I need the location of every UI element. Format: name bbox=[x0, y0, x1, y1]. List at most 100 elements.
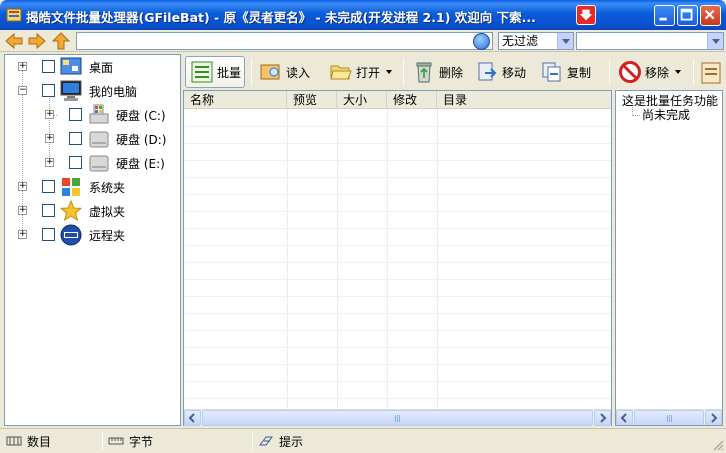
hint-icon bbox=[259, 436, 273, 446]
move-button[interactable]: 移动 bbox=[475, 56, 526, 88]
tree-item-label: 远程夹 bbox=[89, 229, 126, 243]
status-bytes: 字节 bbox=[108, 431, 153, 451]
tree-item-drive-c[interactable]: + 硬盘 (C:) bbox=[5, 103, 180, 127]
expand-icon[interactable]: + bbox=[18, 62, 27, 71]
horizontal-scrollbar[interactable] bbox=[184, 409, 611, 426]
recycle-bin-icon bbox=[416, 62, 432, 83]
column-header-directory[interactable]: 目录 bbox=[437, 91, 611, 109]
chevron-down-icon[interactable] bbox=[675, 70, 682, 74]
chevron-down-icon[interactable] bbox=[386, 70, 393, 74]
horizontal-scrollbar[interactable] bbox=[616, 409, 722, 425]
scroll-left-button[interactable] bbox=[616, 410, 633, 425]
expand-icon[interactable]: + bbox=[18, 182, 27, 191]
tree-checkbox[interactable] bbox=[69, 132, 82, 145]
tree-item-label: 硬盘 (E:) bbox=[116, 157, 165, 171]
collapse-icon[interactable]: − bbox=[18, 86, 27, 95]
empty-row-line bbox=[184, 296, 611, 297]
ruler-icon bbox=[108, 437, 124, 445]
tree-item-label: 系统夹 bbox=[89, 181, 126, 195]
tree-item-label: 我的电脑 bbox=[89, 85, 138, 99]
folder-tree: + 桌面 − 我的电脑 + 硬盘 (C:) + 硬盘 (D:) + 硬盘 (E:… bbox=[4, 54, 181, 426]
star-icon bbox=[60, 200, 82, 222]
scroll-right-button[interactable] bbox=[594, 410, 611, 426]
hint-label: 提示 bbox=[279, 434, 304, 449]
scroll-thumb[interactable] bbox=[634, 410, 704, 425]
tree-item-drive-e[interactable]: + 硬盘 (E:) bbox=[5, 151, 180, 175]
tree-checkbox[interactable] bbox=[42, 60, 55, 73]
chevron-down-icon[interactable] bbox=[707, 33, 723, 49]
tree-item-my-computer[interactable]: − 我的电脑 bbox=[5, 79, 180, 103]
clipboard-icon bbox=[701, 62, 721, 84]
tree-checkbox[interactable] bbox=[42, 84, 55, 97]
tree-item-label: 桌面 bbox=[89, 61, 114, 75]
app-icon bbox=[6, 8, 22, 22]
column-header-size[interactable]: 大小 bbox=[337, 91, 387, 109]
batch-label: 批量 bbox=[217, 65, 242, 80]
scroll-thumb[interactable] bbox=[202, 410, 593, 426]
expand-icon[interactable]: + bbox=[45, 110, 54, 119]
maximize-button[interactable] bbox=[677, 5, 698, 26]
tree-item-drive-d[interactable]: + 硬盘 (D:) bbox=[5, 127, 180, 151]
expand-icon[interactable]: + bbox=[18, 230, 27, 239]
read-button[interactable]: 读入 bbox=[259, 56, 310, 88]
drive-icon bbox=[89, 104, 109, 124]
tree-item-system-folder[interactable]: + 系统夹 bbox=[5, 175, 180, 199]
address-bar: 无过滤 bbox=[0, 30, 726, 52]
tree-checkbox[interactable] bbox=[69, 108, 82, 121]
tree-checkbox[interactable] bbox=[69, 156, 82, 169]
drive-icon bbox=[89, 131, 109, 148]
download-arrow-icon[interactable] bbox=[576, 5, 596, 25]
delete-label: 删除 bbox=[439, 65, 464, 80]
column-header-modified[interactable]: 修改 bbox=[387, 91, 437, 109]
empty-row-line bbox=[184, 143, 611, 144]
scroll-left-button[interactable] bbox=[184, 410, 201, 426]
windows-icon bbox=[62, 178, 80, 196]
column-header-name[interactable]: 名称 bbox=[184, 91, 287, 109]
back-arrow-icon[interactable] bbox=[4, 32, 24, 50]
resize-grip-icon[interactable] bbox=[712, 439, 724, 451]
up-arrow-icon[interactable] bbox=[51, 32, 71, 50]
empty-row-line bbox=[184, 228, 611, 229]
tree-item-label: 硬盘 (C:) bbox=[116, 109, 166, 123]
expand-icon[interactable]: + bbox=[45, 158, 54, 167]
forward-arrow-icon[interactable] bbox=[27, 32, 47, 50]
search-dropdown[interactable] bbox=[576, 32, 724, 50]
tree-item-label: 硬盘 (D:) bbox=[116, 133, 167, 147]
empty-row-line bbox=[184, 279, 611, 280]
scroll-right-button[interactable] bbox=[705, 410, 722, 425]
tree-checkbox[interactable] bbox=[42, 204, 55, 217]
empty-row-line bbox=[184, 313, 611, 314]
path-input[interactable] bbox=[76, 32, 493, 50]
status-bar: 数目 字节 提示 bbox=[0, 428, 726, 453]
open-label: 打开 bbox=[356, 65, 381, 80]
column-header-preview[interactable]: 预览 bbox=[287, 91, 337, 109]
status-hint: 提示 bbox=[258, 431, 303, 451]
title-bar[interactable]: 揭皓文件批量处理器(GFileBat) - 原《灵者更名》 - 未完成(开发进程… bbox=[0, 0, 726, 30]
chevron-down-icon[interactable] bbox=[557, 33, 573, 49]
expand-icon[interactable]: + bbox=[18, 206, 27, 215]
computer-icon bbox=[60, 80, 82, 101]
empty-row-line bbox=[184, 177, 611, 178]
count-label: 数目 bbox=[27, 434, 52, 449]
batch-button[interactable]: 批量 bbox=[185, 56, 245, 88]
go-icon[interactable] bbox=[473, 33, 490, 50]
open-button[interactable]: 打开 bbox=[329, 56, 393, 88]
tree-checkbox[interactable] bbox=[42, 180, 55, 193]
copy-button[interactable]: 复制 bbox=[540, 56, 591, 88]
tree-item-remote-folder[interactable]: + 远程夹 bbox=[5, 223, 180, 247]
clipboard-button[interactable] bbox=[699, 56, 726, 88]
status-count: 数目 bbox=[6, 431, 51, 451]
tree-item-virtual-folder[interactable]: + 虚拟夹 bbox=[5, 199, 180, 223]
empty-row-line bbox=[184, 126, 611, 127]
tree-checkbox[interactable] bbox=[42, 228, 55, 241]
window-title: 揭皓文件批量处理器(GFileBat) - 原《灵者更名》 - 未完成(开发进程… bbox=[26, 10, 536, 25]
close-button[interactable] bbox=[700, 5, 721, 26]
remove-button[interactable]: 移除 bbox=[618, 56, 682, 88]
filter-select[interactable]: 无过滤 bbox=[498, 32, 574, 50]
minimize-button[interactable] bbox=[654, 5, 675, 26]
tree-item-desktop[interactable]: + 桌面 bbox=[5, 55, 180, 79]
expand-icon[interactable]: + bbox=[45, 134, 54, 143]
delete-button[interactable]: 删除 bbox=[412, 56, 463, 88]
file-list[interactable]: 名称 预览 大小 修改 目录 bbox=[183, 90, 612, 426]
task-panel: 这是批量任务功能 尚未完成 bbox=[615, 90, 723, 426]
